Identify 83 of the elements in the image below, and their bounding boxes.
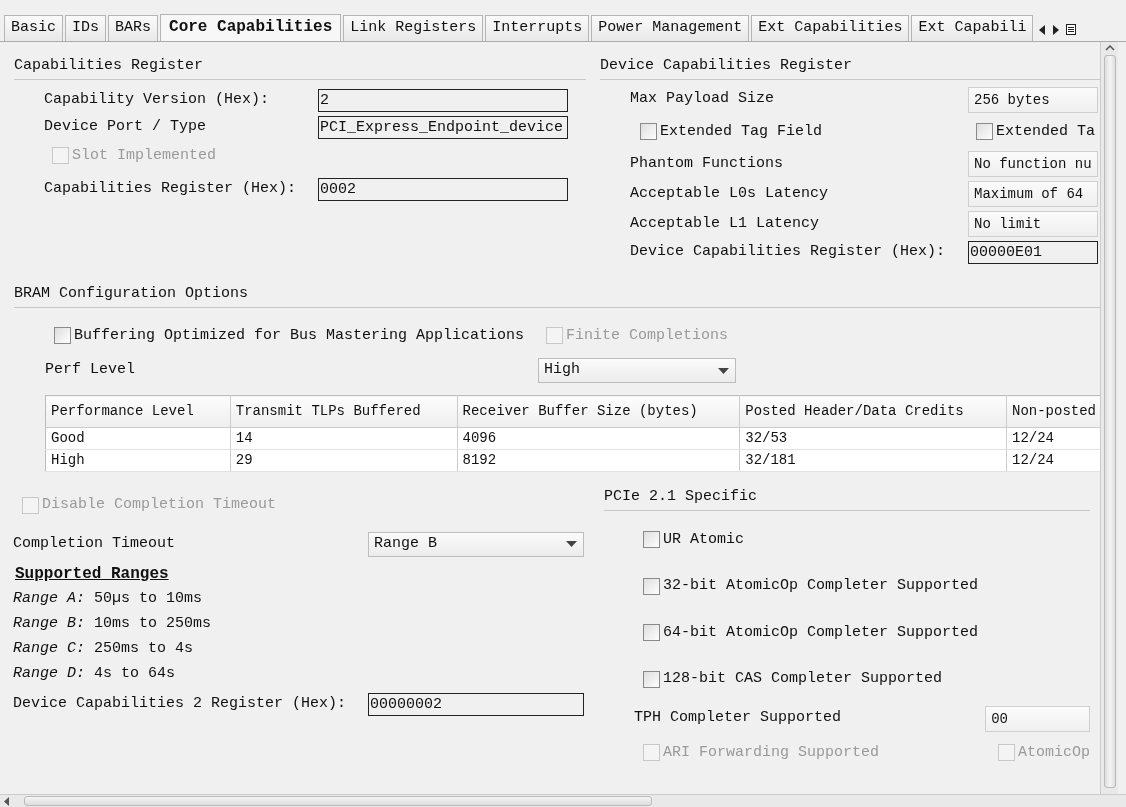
range-description: Range C: 250ms to 4s — [13, 639, 194, 659]
checkbox-label: 128-bit CAS Completer Supported — [663, 669, 943, 689]
range-description: Range A: 50µs to 10ms — [13, 589, 203, 609]
column-header[interactable]: Performance Level — [45, 395, 231, 428]
column-header[interactable]: Transmit TLPs Buffered — [230, 395, 458, 428]
text-field[interactable]: 0002 — [318, 178, 568, 201]
checkbox-label: 64-bit AtomicOp Completer Supported — [663, 622, 979, 643]
checkbox-label: Extended Ta — [996, 121, 1096, 142]
checkbox-label: AtomicOp — [1018, 742, 1090, 763]
vertical-scrollbar-thumb[interactable] — [1103, 55, 1116, 788]
dropdown[interactable]: 256 bytes — [968, 86, 1098, 113]
field-label: Device Port / Type — [44, 116, 208, 137]
tab[interactable]: Ext Capabili — [911, 15, 1034, 41]
field-label: Acceptable L0s Latency — [630, 183, 830, 204]
dropdown[interactable]: 00 — [985, 705, 1090, 732]
dropdown[interactable]: Range B — [368, 531, 584, 557]
range-description: Range B: 10ms to 250ms — [13, 614, 212, 634]
range-description: Range D: 4s to 64s — [13, 664, 176, 684]
section-title: PCIe 2.1 Specific — [604, 486, 1090, 511]
section-title: Capabilities Register — [14, 55, 586, 80]
table-cell: 4096 — [457, 427, 740, 450]
checkbox-label: UR Atomic — [663, 529, 744, 550]
checkbox-label: Extended Tag Field — [660, 121, 823, 142]
field-label: Capability Version (Hex): — [44, 89, 271, 110]
dropdown-caret-icon — [566, 541, 577, 547]
dropdown[interactable]: High — [538, 358, 736, 383]
checkbox[interactable] — [643, 624, 660, 642]
section-title: Supported Ranges — [15, 563, 169, 585]
checkbox-label: Finite Completions — [566, 325, 729, 346]
dropdown-caret-icon — [718, 367, 729, 374]
column-header[interactable]: Posted Header/Data Credits — [739, 395, 1007, 428]
checkbox-label: Disable Completion Timeout — [42, 495, 277, 515]
table-cell: Good — [45, 427, 231, 450]
checkbox[interactable] — [640, 123, 657, 141]
text-field[interactable]: 00000002 — [368, 693, 584, 716]
scroll-up-icon[interactable] — [1104, 45, 1115, 51]
text-field[interactable]: 00000E01 — [968, 241, 1098, 264]
section-title: Device Capabilities Register — [600, 55, 1100, 80]
field-label: Phantom Functions — [630, 153, 785, 174]
field-label: Max Payload Size — [630, 89, 776, 110]
tab[interactable]: Basic — [4, 15, 63, 41]
checkbox-label: 32-bit AtomicOp Completer Supported — [663, 576, 979, 596]
checkbox-label: Buffering Optimized for Bus Mastering Applications — [74, 325, 525, 346]
tab[interactable]: Link Registers — [343, 15, 484, 41]
field-label: Device Capabilities 2 Register (Hex): — [13, 694, 348, 715]
table-cell: 14 — [230, 427, 458, 450]
field-label: Perf Level — [45, 360, 136, 381]
text-field[interactable]: 2 — [318, 88, 568, 112]
tab-scroll-right-icon[interactable] — [1052, 24, 1059, 35]
column-header[interactable]: Non-posted — [1006, 395, 1100, 428]
table-cell: 32/53 — [739, 427, 1007, 450]
tab[interactable]: Ext Capabilities — [751, 15, 910, 41]
table-cell: 8192 — [457, 449, 740, 472]
checkbox[interactable] — [643, 577, 660, 595]
dropdown[interactable]: No limit — [968, 211, 1098, 237]
tab[interactable]: BARs — [108, 15, 159, 41]
scroll-left-icon[interactable] — [4, 796, 10, 806]
tab[interactable]: Power Management — [591, 15, 750, 41]
field-label: TPH Completer Supported — [634, 708, 843, 729]
dropdown[interactable]: Maximum of 64 — [968, 181, 1098, 207]
checkbox[interactable] — [54, 327, 71, 345]
horizontal-scrollbar-thumb[interactable] — [24, 796, 652, 806]
tab[interactable]: Interrupts — [485, 15, 590, 41]
dropdown[interactable]: No function nu — [968, 151, 1098, 177]
checkbox[interactable] — [643, 531, 660, 549]
checkbox[interactable] — [976, 123, 993, 141]
tab-list-icon[interactable] — [1066, 24, 1077, 35]
tab-scroll-left-icon[interactable] — [1039, 24, 1046, 35]
table-cell: 32/181 — [739, 449, 1007, 472]
column-header[interactable]: Receiver Buffer Size (bytes) — [457, 395, 740, 428]
table-cell: High — [45, 449, 231, 472]
section-title: BRAM Configuration Options — [14, 283, 1100, 308]
field-label: Acceptable L1 Latency — [630, 213, 821, 234]
text-field[interactable]: PCI_Express_Endpoint_device — [318, 115, 568, 139]
checkbox-label: ARI Forwarding Supported — [663, 742, 880, 763]
field-label: Capabilities Register (Hex): — [44, 179, 298, 200]
tab[interactable]: Core Capabilities — [160, 14, 342, 41]
field-label: Device Capabilities Register (Hex): — [630, 242, 947, 263]
checkbox-label: Slot Implemented — [72, 145, 217, 166]
table-cell: 29 — [230, 449, 458, 472]
checkbox[interactable] — [643, 670, 660, 688]
tab[interactable]: IDs — [65, 15, 107, 41]
field-label: Completion Timeout — [13, 533, 177, 554]
